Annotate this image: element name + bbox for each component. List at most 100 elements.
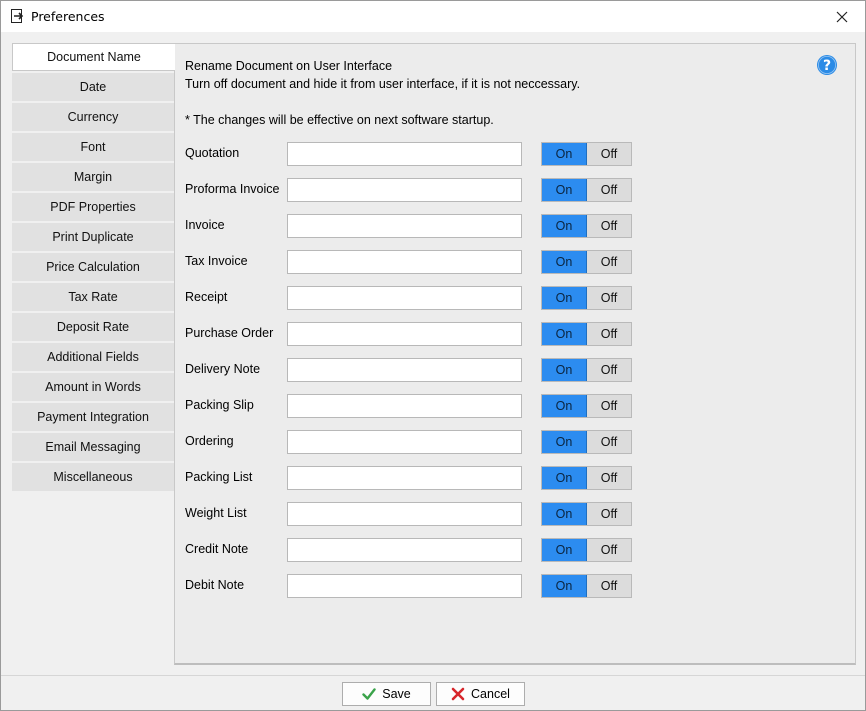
proforma-invoice-name-input[interactable]	[287, 178, 522, 202]
document-row-receipt: Receipt On Off	[185, 286, 645, 310]
document-row-credit-note: Credit Note On Off	[185, 538, 645, 562]
delivery-note-toggle: On Off	[541, 358, 632, 382]
purchase-order-off-button[interactable]: Off	[587, 323, 631, 345]
quotation-label: Quotation	[185, 146, 240, 160]
debit-note-toggle: On Off	[541, 574, 632, 598]
sidebar-item-document-name[interactable]: Document Name	[12, 43, 175, 71]
document-row-debit-note: Debit Note On Off	[185, 574, 645, 598]
ordering-toggle: On Off	[541, 430, 632, 454]
packing-slip-off-button[interactable]: Off	[587, 395, 631, 417]
delivery-note-name-input[interactable]	[287, 358, 522, 382]
tax-invoice-label: Tax Invoice	[185, 254, 248, 268]
svg-text:?: ?	[823, 58, 831, 74]
invoice-on-button[interactable]: On	[542, 215, 587, 237]
purchase-order-name-input[interactable]	[287, 322, 522, 346]
document-row-purchase-order: Purchase Order On Off	[185, 322, 645, 346]
purchase-order-on-button[interactable]: On	[542, 323, 587, 345]
document-row-packing-list: Packing List On Off	[185, 466, 645, 490]
document-row-weight-list: Weight List On Off	[185, 502, 645, 526]
panel-heading: Rename Document on User Interface	[185, 59, 393, 73]
weight-list-on-button[interactable]: On	[542, 503, 587, 525]
close-button[interactable]	[819, 1, 865, 32]
help-icon[interactable]: ?	[816, 54, 838, 76]
debit-note-on-button[interactable]: On	[542, 575, 587, 597]
invoice-off-button[interactable]: Off	[587, 215, 631, 237]
check-icon	[362, 688, 376, 700]
ordering-off-button[interactable]: Off	[587, 431, 631, 453]
delivery-note-off-button[interactable]: Off	[587, 359, 631, 381]
packing-slip-on-button[interactable]: On	[542, 395, 587, 417]
x-icon	[451, 687, 465, 701]
delivery-note-on-button[interactable]: On	[542, 359, 587, 381]
sidebar-item-currency[interactable]: Currency	[12, 103, 174, 131]
sidebar-item-amount-in-words[interactable]: Amount in Words	[12, 373, 174, 401]
packing-list-off-button[interactable]: Off	[587, 467, 631, 489]
document-row-proforma-invoice: Proforma Invoice On Off	[185, 178, 645, 202]
sidebar: Document Name Date Currency Font Margin PDF P…	[12, 43, 175, 493]
app-icon	[11, 9, 24, 23]
preferences-window: Preferences Document Name Date Currency Fon…	[0, 0, 866, 711]
document-row-quotation: Quotation On Off	[185, 142, 645, 166]
receipt-off-button[interactable]: Off	[587, 287, 631, 309]
sidebar-item-payment-integration[interactable]: Payment Integration	[12, 403, 174, 431]
packing-slip-label: Packing Slip	[185, 398, 254, 412]
debit-note-off-button[interactable]: Off	[587, 575, 631, 597]
weight-list-off-button[interactable]: Off	[587, 503, 631, 525]
proforma-invoice-label: Proforma Invoice	[185, 182, 280, 196]
credit-note-toggle: On Off	[541, 538, 632, 562]
receipt-on-button[interactable]: On	[542, 287, 587, 309]
sidebar-item-tax-rate[interactable]: Tax Rate	[12, 283, 174, 311]
packing-list-label: Packing List	[185, 470, 253, 484]
ordering-on-button[interactable]: On	[542, 431, 587, 453]
purchase-order-label: Purchase Order	[185, 326, 274, 340]
window-title: Preferences	[31, 9, 105, 24]
ordering-name-input[interactable]	[287, 430, 522, 454]
document-row-tax-invoice: Tax Invoice On Off	[185, 250, 645, 274]
sidebar-item-email-messaging[interactable]: Email Messaging	[12, 433, 174, 461]
proforma-invoice-off-button[interactable]: Off	[587, 179, 631, 201]
sidebar-item-margin[interactable]: Margin	[12, 163, 174, 191]
quotation-on-button[interactable]: On	[542, 143, 587, 165]
quotation-off-button[interactable]: Off	[587, 143, 631, 165]
document-row-invoice: Invoice On Off	[185, 214, 645, 238]
sidebar-item-miscellaneous[interactable]: Miscellaneous	[12, 463, 174, 491]
sidebar-item-additional-fields[interactable]: Additional Fields	[12, 343, 174, 371]
sidebar-item-price-calculation[interactable]: Price Calculation	[12, 253, 174, 281]
receipt-label: Receipt	[185, 290, 228, 304]
packing-slip-name-input[interactable]	[287, 394, 522, 418]
invoice-label: Invoice	[185, 218, 225, 232]
credit-note-name-input[interactable]	[287, 538, 522, 562]
weight-list-name-input[interactable]	[287, 502, 522, 526]
packing-list-toggle: On Off	[541, 466, 632, 490]
sidebar-item-font[interactable]: Font	[12, 133, 174, 161]
receipt-name-input[interactable]	[287, 286, 522, 310]
sidebar-item-print-duplicate[interactable]: Print Duplicate	[12, 223, 174, 251]
credit-note-on-button[interactable]: On	[542, 539, 587, 561]
sidebar-item-deposit-rate[interactable]: Deposit Rate	[12, 313, 174, 341]
packing-list-name-input[interactable]	[287, 466, 522, 490]
proforma-invoice-on-button[interactable]: On	[542, 179, 587, 201]
weight-list-toggle: On Off	[541, 502, 632, 526]
invoice-toggle: On Off	[541, 214, 632, 238]
sidebar-item-date[interactable]: Date	[12, 73, 174, 101]
quotation-name-input[interactable]	[287, 142, 522, 166]
save-label: Save	[382, 687, 411, 701]
tax-invoice-name-input[interactable]	[287, 250, 522, 274]
sidebar-item-pdf-properties[interactable]: PDF Properties	[12, 193, 174, 221]
ordering-label: Ordering	[185, 434, 234, 448]
purchase-order-toggle: On Off	[541, 322, 632, 346]
packing-list-on-button[interactable]: On	[542, 467, 587, 489]
cancel-label: Cancel	[471, 687, 510, 701]
invoice-name-input[interactable]	[287, 214, 522, 238]
save-button[interactable]: Save	[342, 682, 431, 706]
packing-slip-toggle: On Off	[541, 394, 632, 418]
credit-note-off-button[interactable]: Off	[587, 539, 631, 561]
delivery-note-label: Delivery Note	[185, 362, 261, 376]
tax-invoice-on-button[interactable]: On	[542, 251, 587, 273]
credit-note-label: Credit Note	[185, 542, 249, 556]
tax-invoice-off-button[interactable]: Off	[587, 251, 631, 273]
panel-subheading: Turn off document and hide it from user …	[185, 77, 581, 91]
debit-note-name-input[interactable]	[287, 574, 522, 598]
cancel-button[interactable]: Cancel	[436, 682, 525, 706]
document-row-delivery-note: Delivery Note On Off	[185, 358, 645, 382]
